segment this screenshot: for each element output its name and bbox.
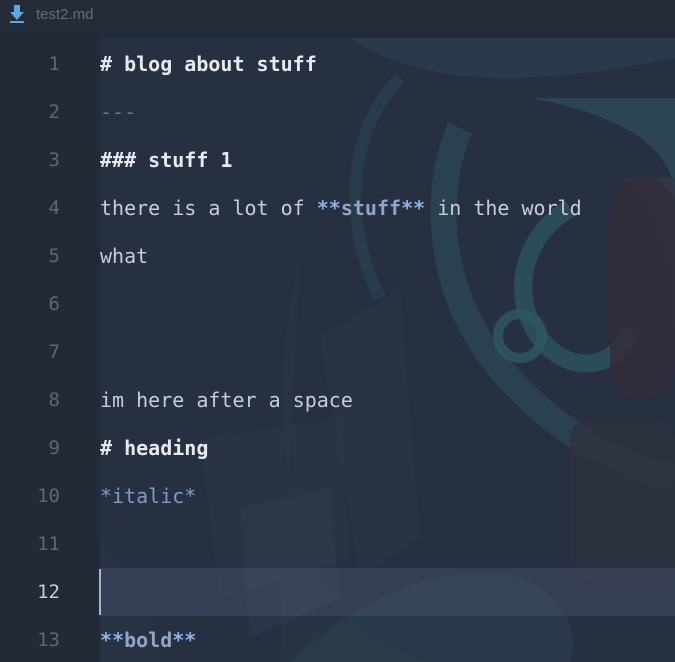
line-content: # heading [100, 424, 208, 472]
line-content: **bold** [100, 616, 196, 662]
tab-title: test2.md [36, 6, 94, 23]
line-number: 6 [48, 293, 60, 315]
bold-text: stuff [340, 196, 402, 220]
bold-marker: ** [100, 628, 125, 652]
heading-marker: # [100, 52, 125, 76]
editor-line-8[interactable]: 8 im here after a space [0, 376, 675, 424]
heading-text: stuff 1 [148, 148, 233, 172]
bold-marker: ** [172, 628, 197, 652]
line-number: 4 [48, 197, 60, 219]
markdown-download-icon [10, 5, 24, 23]
line-number: 9 [48, 437, 60, 459]
editor-line-3[interactable]: 3 ### stuff 1 [0, 136, 675, 184]
line-number-current: 12 [37, 581, 60, 603]
heading-text: heading [124, 436, 209, 460]
editor-line-5[interactable]: 5 what [0, 232, 675, 280]
heading-text: blog about stuff [124, 52, 317, 76]
plain-text: there is a lot of [100, 196, 317, 220]
current-line-highlight [100, 568, 675, 616]
line-content: # blog about stuff [100, 40, 317, 88]
editor-line-2[interactable]: 2 --- [0, 88, 675, 136]
horizontal-rule-text: --- [100, 100, 137, 124]
editor-line-6[interactable]: 6 [0, 280, 675, 328]
editor-line-13[interactable]: 13 **bold** [0, 616, 675, 662]
plain-text: what [100, 244, 149, 268]
line-number: 5 [48, 245, 60, 267]
editor-line-7[interactable]: 7 [0, 328, 675, 376]
bold-text: bold [124, 628, 173, 652]
line-content: there is a lot of **stuff** in the world [100, 184, 582, 232]
line-number: 3 [48, 149, 60, 171]
line-number: 7 [48, 341, 60, 363]
italic-text: *italic* [100, 484, 197, 508]
editor-line-10[interactable]: 10 *italic* [0, 472, 675, 520]
plain-text: im here after a space [100, 388, 353, 412]
line-number: 1 [48, 53, 60, 75]
line-number: 13 [37, 629, 60, 651]
heading-marker: # [100, 436, 125, 460]
editor-line-9[interactable]: 9 # heading [0, 424, 675, 472]
tab-bar: test2.md [0, 0, 675, 30]
editor-line-12-current[interactable]: 12 [0, 568, 675, 616]
line-content: ### stuff 1 [100, 136, 232, 184]
editor-line-11[interactable]: 11 [0, 520, 675, 568]
text-cursor [99, 569, 101, 615]
editor-text-area[interactable]: 1 # blog about stuff 2 --- 3 ### stuff 1… [0, 40, 675, 662]
line-number: 10 [37, 485, 60, 507]
bold-marker: ** [401, 196, 426, 220]
line-number: 8 [48, 389, 60, 411]
line-number: 11 [37, 533, 60, 555]
heading-marker: ### [100, 148, 149, 172]
bold-marker: ** [316, 196, 341, 220]
line-number: 2 [48, 101, 60, 123]
editor-line-4[interactable]: 4 there is a lot of **stuff** in the wor… [0, 184, 675, 232]
editor-line-1[interactable]: 1 # blog about stuff [0, 40, 675, 88]
plain-text: in the world [425, 196, 582, 220]
editor-window: test2.md 1 # blog about stuff 2 --- 3 ##… [0, 0, 675, 662]
